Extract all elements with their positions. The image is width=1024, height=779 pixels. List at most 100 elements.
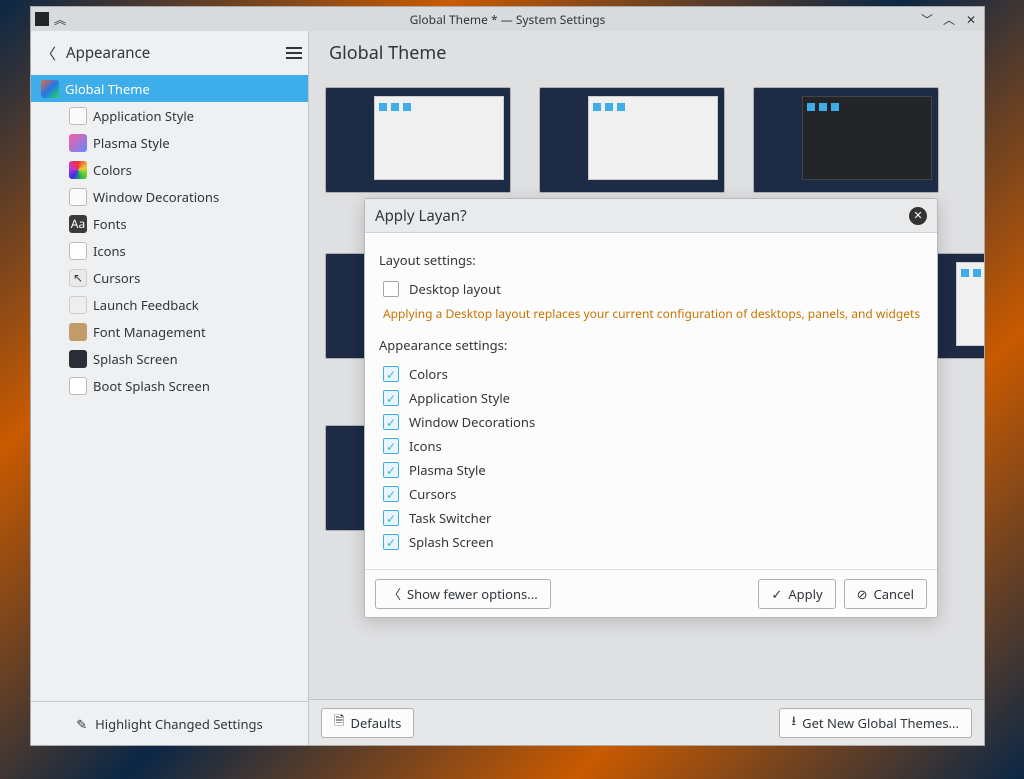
theme-thumbnail[interactable] [325, 87, 511, 193]
theme-grid [325, 87, 968, 193]
sidebar-item-label: Colors [93, 161, 132, 179]
back-icon[interactable]: 〈 [41, 43, 56, 64]
cancel-icon: ⊘ [857, 585, 868, 603]
appearance-label: Window Decorations [409, 413, 535, 431]
apply-label: Apply [788, 585, 822, 603]
appearance-row: ✓ Task Switcher [379, 506, 923, 530]
defaults-label: Defaults [350, 714, 401, 732]
appearance-checkbox[interactable]: ✓ [383, 510, 399, 526]
window-decorations-icon [69, 188, 87, 206]
sidebar-item-plasma-style[interactable]: Plasma Style [31, 129, 308, 156]
appearance-label: Icons [409, 437, 442, 455]
maximize-button[interactable]: ︿ [942, 12, 956, 26]
sidebar-item-boot-splash[interactable]: Boot Splash Screen [31, 372, 308, 399]
page-title: Global Theme [309, 31, 984, 75]
colors-icon [69, 161, 87, 179]
appearance-row: ✓ Splash Screen [379, 530, 923, 554]
defaults-button[interactable]: 🗎 Defaults [321, 708, 414, 738]
sidebar-item-application-style[interactable]: Application Style [31, 102, 308, 129]
appearance-row: ✓ Window Decorations [379, 410, 923, 434]
sidebar-item-fonts[interactable]: Aa Fonts [31, 210, 308, 237]
minimize-button[interactable]: ﹀ [920, 12, 934, 26]
fonts-icon: Aa [69, 215, 87, 233]
download-icon: ⭳ [792, 711, 797, 734]
appearance-row: ✓ Application Style [379, 386, 923, 410]
nav-list: Global Theme Application Style Plasma St… [31, 75, 308, 399]
appearance-row: ✓ Cursors [379, 482, 923, 506]
sidebar-item-label: Plasma Style [93, 134, 170, 152]
close-window-button[interactable]: ✕ [964, 12, 978, 26]
check-icon: ✓ [771, 585, 782, 603]
appearance-label: Cursors [409, 485, 456, 503]
appearance-checkbox[interactable]: ✓ [383, 390, 399, 406]
dialog-footer: 〈 Show fewer options... ✓ Apply ⊘ Cancel [365, 569, 937, 617]
sidebar-item-launch-feedback[interactable]: Launch Feedback [31, 291, 308, 318]
sidebar-item-label: Launch Feedback [93, 296, 199, 314]
sidebar-item-label: Window Decorations [93, 188, 219, 206]
layout-warning: Applying a Desktop layout replaces your … [383, 305, 923, 322]
sidebar-item-font-management[interactable]: Font Management [31, 318, 308, 345]
appearance-row: ✓ Icons [379, 434, 923, 458]
desktop-layout-label: Desktop layout [409, 280, 501, 298]
sidebar-item-label: Boot Splash Screen [93, 377, 210, 395]
sidebar-item-colors[interactable]: Colors [31, 156, 308, 183]
sidebar-item-splash-screen[interactable]: Splash Screen [31, 345, 308, 372]
sidebar-title: Appearance [66, 43, 150, 63]
highlight-changed-button[interactable]: ✎ Highlight Changed Settings [31, 701, 308, 745]
sidebar-item-cursors[interactable]: ↖ Cursors [31, 264, 308, 291]
desktop-layout-row: Desktop layout [379, 277, 923, 301]
appearance-list: ✓Colors✓Application Style✓Window Decorat… [379, 362, 923, 554]
highlight-label: Highlight Changed Settings [95, 715, 263, 733]
apply-theme-dialog: Apply Layan? ✕ Layout settings: Desktop … [364, 198, 938, 618]
desktop-layout-checkbox[interactable] [383, 281, 399, 297]
defaults-icon: 🗎 [334, 711, 344, 734]
highlight-icon: ✎ [76, 715, 87, 733]
dialog-title: Apply Layan? [375, 206, 467, 226]
sidebar-item-label: Splash Screen [93, 350, 178, 368]
appearance-checkbox[interactable]: ✓ [383, 414, 399, 430]
plasma-style-icon [69, 134, 87, 152]
sidebar-item-label: Global Theme [65, 80, 150, 98]
keep-above-icon[interactable]: ︽ [53, 12, 67, 26]
appearance-label: Plasma Style [409, 461, 486, 479]
sidebar-item-global-theme[interactable]: Global Theme [31, 75, 308, 102]
sidebar: 〈 Appearance Global Theme Application St… [31, 31, 309, 745]
appearance-checkbox[interactable]: ✓ [383, 486, 399, 502]
sidebar-header: 〈 Appearance [31, 31, 308, 75]
cancel-button[interactable]: ⊘ Cancel [844, 579, 927, 609]
dialog-close-button[interactable]: ✕ [909, 207, 927, 225]
window-title: Global Theme * — System Settings [31, 11, 984, 28]
get-new-label: Get New Global Themes... [802, 714, 959, 732]
appearance-checkbox[interactable]: ✓ [383, 534, 399, 550]
icons-icon [69, 242, 87, 260]
dialog-body: Layout settings: Desktop layout Applying… [365, 233, 937, 569]
chevron-left-icon: 〈 [388, 584, 401, 603]
apply-button[interactable]: ✓ Apply [758, 579, 835, 609]
appearance-row: ✓ Plasma Style [379, 458, 923, 482]
appearance-checkbox[interactable]: ✓ [383, 462, 399, 478]
hamburger-menu[interactable] [286, 47, 302, 59]
boot-splash-icon [69, 377, 87, 395]
appearance-checkbox[interactable]: ✓ [383, 366, 399, 382]
sidebar-item-label: Font Management [93, 323, 206, 341]
application-style-icon [69, 107, 87, 125]
splash-screen-icon [69, 350, 87, 368]
show-fewer-button[interactable]: 〈 Show fewer options... [375, 579, 551, 609]
appearance-label: Splash Screen [409, 533, 494, 551]
appearance-checkbox[interactable]: ✓ [383, 438, 399, 454]
theme-thumbnail[interactable] [753, 87, 939, 193]
global-theme-icon [41, 80, 59, 98]
appearance-label: Task Switcher [409, 509, 491, 527]
sidebar-item-window-decorations[interactable]: Window Decorations [31, 183, 308, 210]
titlebar: ︽ Global Theme * — System Settings ﹀ ︿ ✕ [31, 7, 984, 31]
show-fewer-label: Show fewer options... [407, 585, 538, 603]
appearance-label: Application Style [409, 389, 510, 407]
window-icon [35, 12, 49, 26]
font-management-icon [69, 323, 87, 341]
theme-thumbnail[interactable] [539, 87, 725, 193]
appearance-settings-heading: Appearance settings: [379, 336, 923, 354]
launch-feedback-icon [69, 296, 87, 314]
sidebar-item-label: Application Style [93, 107, 194, 125]
sidebar-item-icons[interactable]: Icons [31, 237, 308, 264]
get-new-themes-button[interactable]: ⭳ Get New Global Themes... [779, 708, 972, 738]
